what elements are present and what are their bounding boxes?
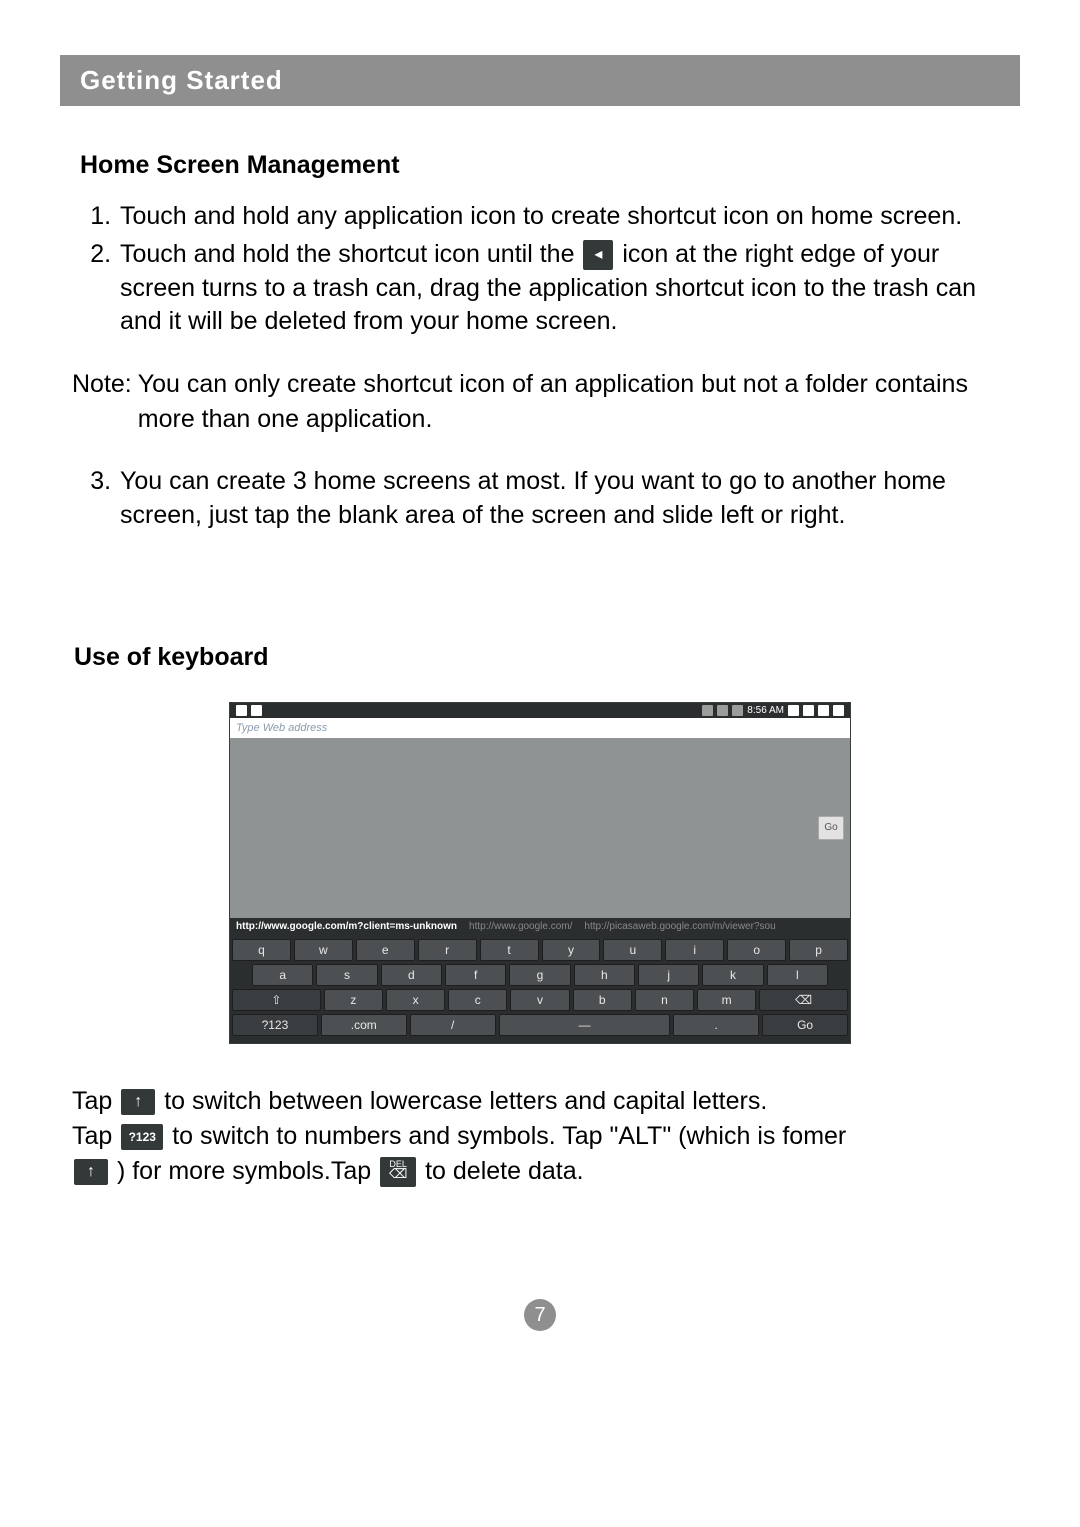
key: a	[252, 964, 313, 986]
key: s	[316, 964, 377, 986]
key: q	[232, 939, 291, 961]
delete-key: ⌫	[759, 989, 848, 1011]
delete-icon: DEL ⌫	[380, 1157, 416, 1187]
num-symbols-icon: ?123	[121, 1124, 163, 1150]
space-key: —	[499, 1014, 671, 1036]
note-label: Note:	[72, 367, 132, 437]
key: z	[324, 989, 383, 1011]
home-screen-list-cont: You can create 3 home screens at most. I…	[70, 465, 1010, 533]
list-item-text: You can create 3 home screens at most. I…	[120, 467, 946, 529]
status-icon	[788, 705, 799, 716]
keyboard-usage-paragraph: Tap ↑ to switch between lowercase letter…	[72, 1084, 1010, 1189]
page-number-badge: 7	[524, 1299, 556, 1331]
home-screen-heading: Home Screen Management	[80, 151, 1020, 180]
url-suggestions: http://www.google.com/m?client=ms-unknow…	[230, 918, 850, 935]
key: p	[789, 939, 848, 961]
key: w	[294, 939, 353, 961]
status-time: 8:56 AM	[747, 705, 784, 716]
key-row-4: ?123 .com / — . Go	[232, 1014, 848, 1036]
key: c	[448, 989, 507, 1011]
suggestion: http://www.google.com/	[469, 921, 572, 932]
para-text: to switch to numbers and symbols. Tap "A…	[172, 1122, 846, 1150]
list-item: You can create 3 home screens at most. I…	[118, 465, 1010, 533]
key: o	[727, 939, 786, 961]
status-icon	[251, 705, 262, 716]
dot-key: .	[673, 1014, 759, 1036]
note-block: Note: You can only create shortcut icon …	[72, 367, 1010, 437]
key-row-1: q w e r t y u i o p	[232, 939, 848, 961]
section-header-bar: Getting Started	[60, 55, 1020, 106]
list-item-text: Touch and hold any application icon to c…	[120, 202, 962, 230]
key: k	[702, 964, 763, 986]
shift-key: ⇧	[232, 989, 321, 1011]
status-icon	[833, 705, 844, 716]
key: l	[767, 964, 828, 986]
key: b	[573, 989, 632, 1011]
key: y	[542, 939, 601, 961]
go-button: Go	[818, 816, 844, 840]
url-bar: Type Web address	[230, 718, 850, 738]
key: m	[697, 989, 756, 1011]
status-icon	[717, 705, 728, 716]
shift-icon: ↑	[121, 1089, 155, 1115]
section-header-title: Getting Started	[80, 65, 283, 95]
browser-area: Go	[230, 738, 850, 918]
key: f	[445, 964, 506, 986]
status-icon	[818, 705, 829, 716]
go-key: Go	[762, 1014, 848, 1036]
key: u	[603, 939, 662, 961]
com-key: .com	[321, 1014, 407, 1036]
num-key: ?123	[232, 1014, 318, 1036]
list-item: Touch and hold any application icon to c…	[118, 200, 1010, 234]
key: e	[356, 939, 415, 961]
shift-icon: ↑	[74, 1159, 108, 1185]
key: t	[480, 939, 539, 961]
key: x	[386, 989, 445, 1011]
status-icon	[732, 705, 743, 716]
key: i	[665, 939, 724, 961]
key-row-3: ⇧ z x c v b n m ⌫	[232, 989, 848, 1011]
para-text: ) for more symbols.Tap	[117, 1157, 378, 1185]
status-icon	[236, 705, 247, 716]
status-bar: 8:56 AM	[230, 703, 850, 718]
para-text: to delete data.	[425, 1157, 583, 1185]
backspace-glyph: ⌫	[380, 1169, 416, 1179]
keyboard: q w e r t y u i o p a s d f g h j k l	[230, 935, 850, 1043]
home-screen-list: Touch and hold any application icon to c…	[70, 200, 1010, 339]
para-text: Tap	[72, 1122, 119, 1150]
key: g	[509, 964, 570, 986]
key: r	[418, 939, 477, 961]
status-icon	[702, 705, 713, 716]
key: d	[381, 964, 442, 986]
suggestion: http://www.google.com/m?client=ms-unknow…	[236, 921, 457, 932]
key-row-2: a s d f g h j k l	[232, 964, 848, 986]
slash-key: /	[410, 1014, 496, 1036]
para-text: to switch between lowercase letters and …	[164, 1087, 767, 1115]
key: j	[638, 964, 699, 986]
status-icon	[803, 705, 814, 716]
list-item-text-a: Touch and hold the shortcut icon until t…	[120, 240, 581, 268]
note-text: You can only create shortcut icon of an …	[132, 367, 1010, 437]
speaker-icon: ◂	[583, 240, 613, 270]
keyboard-screenshot: 8:56 AM Type Web address Go http://www.g…	[229, 702, 851, 1044]
suggestion: http://picasaweb.google.com/m/viewer?sou	[584, 921, 775, 932]
key: n	[635, 989, 694, 1011]
key: v	[510, 989, 569, 1011]
list-item: Touch and hold the shortcut icon until t…	[118, 238, 1010, 339]
key: h	[574, 964, 635, 986]
keyboard-heading: Use of keyboard	[74, 643, 1020, 672]
para-text: Tap	[72, 1087, 119, 1115]
